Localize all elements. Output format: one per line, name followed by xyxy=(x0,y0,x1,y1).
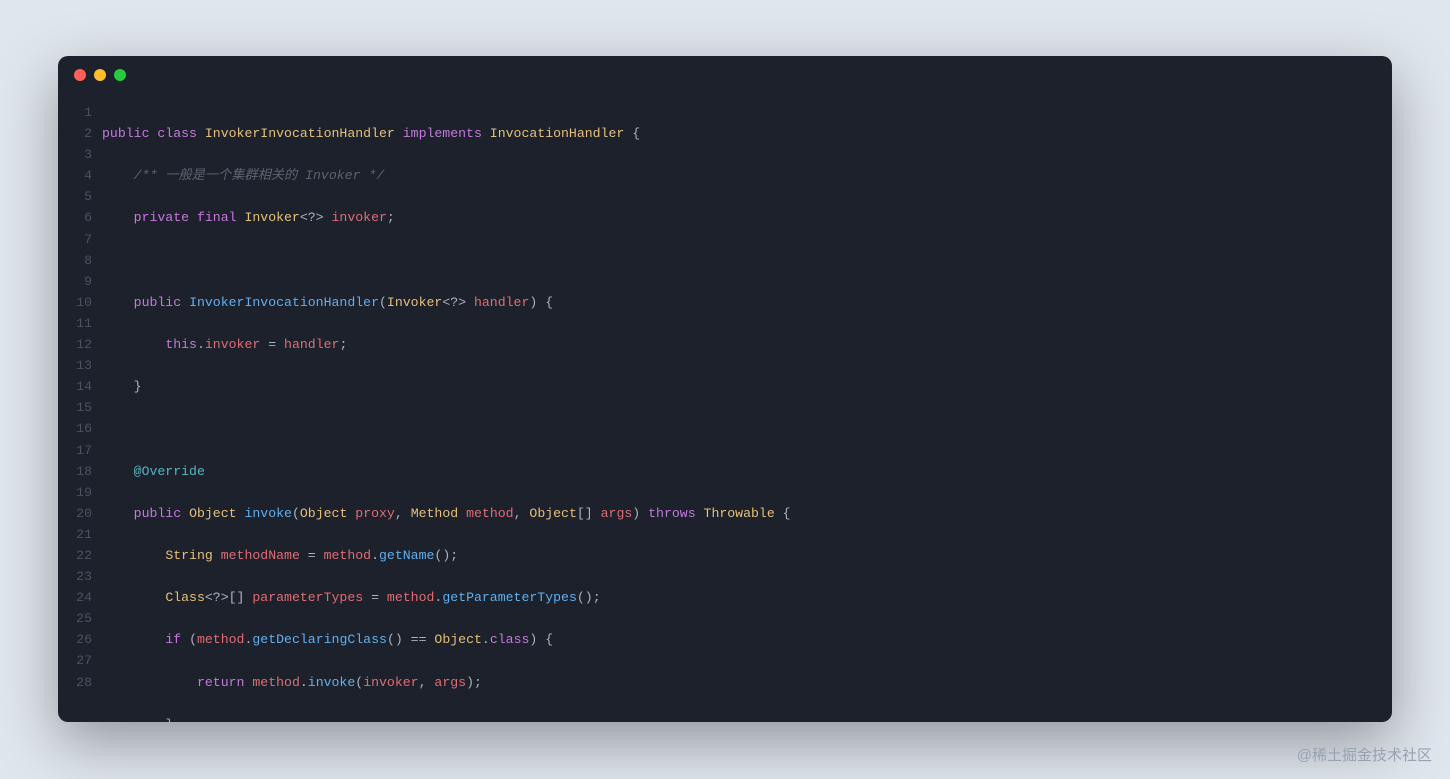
code-line xyxy=(102,418,1392,439)
code-content: public class InvokerInvocationHandler im… xyxy=(100,102,1392,722)
code-line: @Override xyxy=(102,461,1392,482)
code-line: private final Invoker<?> invoker; xyxy=(102,207,1392,228)
line-number: 24 xyxy=(58,587,92,608)
close-icon[interactable] xyxy=(74,69,86,81)
line-number: 27 xyxy=(58,650,92,671)
code-line: return method.invoke(invoker, args); xyxy=(102,672,1392,693)
line-number: 7 xyxy=(58,229,92,250)
line-number: 9 xyxy=(58,271,92,292)
code-line: Class<?>[] parameterTypes = method.getPa… xyxy=(102,587,1392,608)
line-number: 11 xyxy=(58,313,92,334)
window-titlebar xyxy=(58,56,1392,94)
code-line: this.invoker = handler; xyxy=(102,334,1392,355)
line-number: 28 xyxy=(58,672,92,693)
line-number: 25 xyxy=(58,608,92,629)
line-number: 19 xyxy=(58,482,92,503)
code-line: } xyxy=(102,376,1392,397)
line-number: 18 xyxy=(58,461,92,482)
line-number: 17 xyxy=(58,440,92,461)
code-line: String methodName = method.getName(); xyxy=(102,545,1392,566)
line-number: 2 xyxy=(58,123,92,144)
line-number: 6 xyxy=(58,207,92,228)
watermark-text: @稀土掘金技术社区 xyxy=(1297,744,1432,765)
code-line: } xyxy=(102,714,1392,722)
code-line: public Object invoke(Object proxy, Metho… xyxy=(102,503,1392,524)
line-number: 21 xyxy=(58,524,92,545)
line-number: 8 xyxy=(58,250,92,271)
line-number: 13 xyxy=(58,355,92,376)
code-window: 1234567891011121314151617181920212223242… xyxy=(58,56,1392,722)
line-number: 26 xyxy=(58,629,92,650)
line-number-gutter: 1234567891011121314151617181920212223242… xyxy=(58,102,100,722)
code-line: if (method.getDeclaringClass() == Object… xyxy=(102,629,1392,650)
line-number: 15 xyxy=(58,397,92,418)
line-number: 14 xyxy=(58,376,92,397)
line-number: 22 xyxy=(58,545,92,566)
line-number: 12 xyxy=(58,334,92,355)
code-line: public class InvokerInvocationHandler im… xyxy=(102,123,1392,144)
line-number: 20 xyxy=(58,503,92,524)
code-line: /** 一般是一个集群相关的 Invoker */ xyxy=(102,165,1392,186)
line-number: 1 xyxy=(58,102,92,123)
minimize-icon[interactable] xyxy=(94,69,106,81)
code-line: public InvokerInvocationHandler(Invoker<… xyxy=(102,292,1392,313)
line-number: 3 xyxy=(58,144,92,165)
maximize-icon[interactable] xyxy=(114,69,126,81)
editor-area: 1234567891011121314151617181920212223242… xyxy=(58,94,1392,722)
line-number: 23 xyxy=(58,566,92,587)
line-number: 4 xyxy=(58,165,92,186)
code-line xyxy=(102,250,1392,271)
line-number: 10 xyxy=(58,292,92,313)
line-number: 5 xyxy=(58,186,92,207)
line-number: 16 xyxy=(58,418,92,439)
